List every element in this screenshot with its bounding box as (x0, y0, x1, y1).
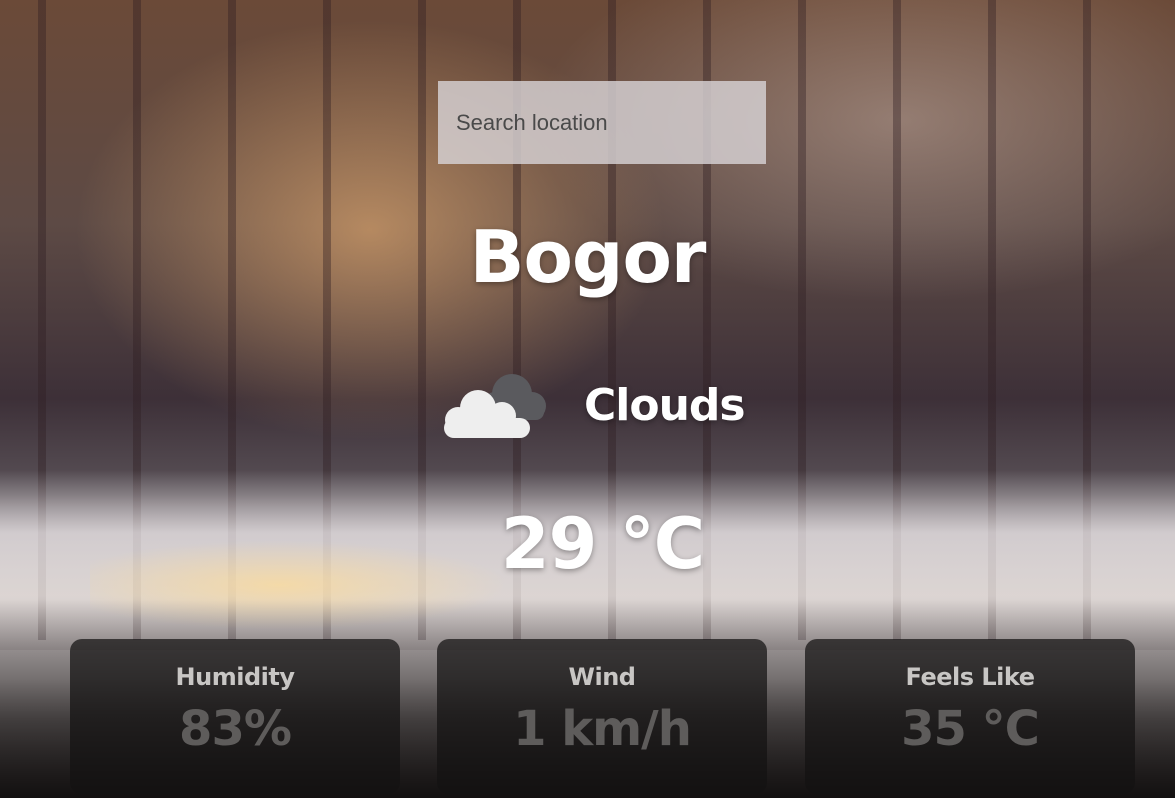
wind-card: Wind 1 km/h (437, 639, 767, 794)
humidity-label: Humidity (175, 663, 295, 691)
feels-like-card: Feels Like 35 °C (805, 639, 1135, 794)
cloud-icon (440, 368, 550, 443)
condition-row: Clouds (440, 365, 800, 445)
humidity-card: Humidity 83% (70, 639, 400, 794)
feels-like-label: Feels Like (905, 663, 1035, 691)
humidity-value: 83% (179, 701, 292, 757)
temperature: 29 °C (500, 503, 705, 585)
search-input[interactable] (438, 81, 766, 164)
wind-label: Wind (568, 663, 636, 691)
wind-value: 1 km/h (513, 701, 692, 757)
city-name: Bogor (469, 215, 707, 299)
condition-label: Clouds (584, 379, 746, 431)
feels-like-value: 35 °C (901, 701, 1040, 757)
